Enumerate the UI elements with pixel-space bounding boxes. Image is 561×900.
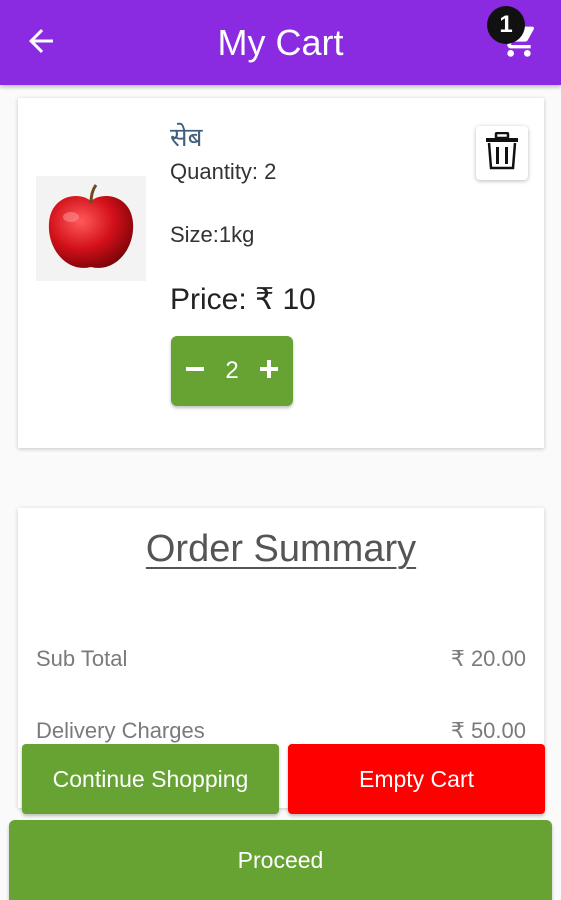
delete-item-button[interactable] [476, 126, 528, 180]
product-price: Price: ₹ 10 [170, 283, 316, 316]
plus-icon [259, 359, 279, 384]
cart-item-card: सेब Quantity: 2 Size:1kg Price: ₹ 10 2 [18, 98, 544, 448]
delivery-charges-row: Delivery Charges ₹ 50.00 [36, 718, 526, 744]
subtotal-row: Sub Total ₹ 20.00 [36, 646, 526, 672]
minus-icon [185, 359, 205, 384]
page-title: My Cart [217, 21, 344, 63]
quantity-stepper: 2 [171, 336, 293, 406]
delivery-charges-label: Delivery Charges [36, 718, 205, 743]
empty-cart-button[interactable]: Empty Cart [288, 744, 545, 814]
increment-button[interactable] [257, 359, 281, 383]
back-button[interactable] [18, 20, 64, 66]
product-quantity: Quantity: 2 [170, 159, 277, 184]
cart-button[interactable]: 1 [487, 6, 547, 70]
continue-shopping-button[interactable]: Continue Shopping [22, 744, 279, 814]
subtotal-value: ₹ 20.00 [450, 646, 526, 671]
trash-icon [485, 131, 519, 175]
quantity-value: 2 [225, 357, 239, 384]
subtotal-label: Sub Total [36, 646, 128, 671]
cart-screen: My Cart 1 सेब Quantity: 2 Size:1kg Price… [0, 0, 561, 900]
decrement-button[interactable] [183, 359, 207, 383]
delivery-charges-value: ₹ 50.00 [450, 718, 526, 743]
app-header: My Cart 1 [0, 0, 561, 85]
apple-image [48, 183, 134, 268]
product-name: सेब [170, 122, 203, 152]
proceed-button[interactable]: Proceed [9, 820, 552, 900]
cart-count-badge: 1 [487, 6, 525, 44]
product-size: Size:1kg [170, 222, 255, 247]
product-image [36, 176, 146, 281]
order-summary-title: Order Summary [145, 528, 417, 570]
back-arrow-icon [23, 23, 59, 64]
